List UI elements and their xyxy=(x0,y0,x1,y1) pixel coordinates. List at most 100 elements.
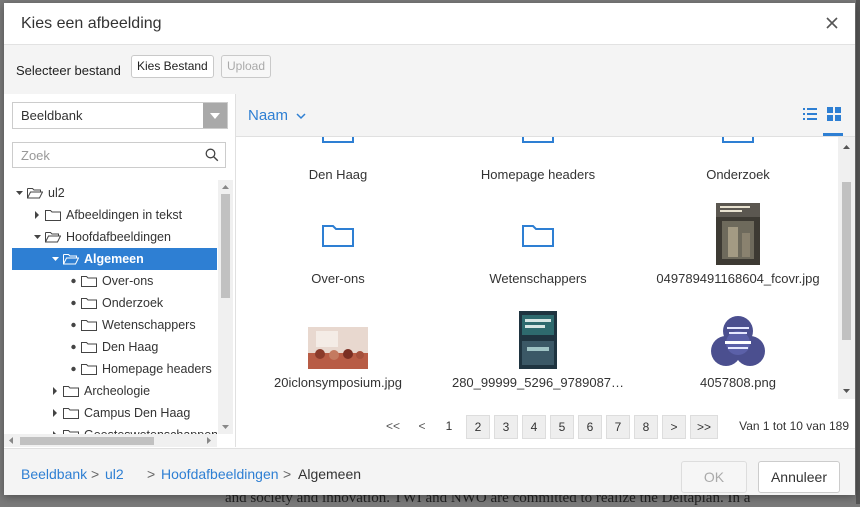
page-button[interactable]: 1 xyxy=(438,415,460,437)
photo-thumbnail[interactable] xyxy=(308,327,368,369)
file-name: 049789491168604_fcovr.jpg xyxy=(656,271,820,286)
scroll-up-icon[interactable] xyxy=(221,183,230,191)
tree-node[interactable]: Campus Den Haag xyxy=(48,402,217,424)
folder-tree: ul2 Afbeeldingen in tekst Hoofdafbeeldinge… xyxy=(4,180,217,434)
caret-right-icon[interactable] xyxy=(33,204,43,226)
source-select[interactable]: Beeldbank xyxy=(12,102,228,129)
choose-file-button[interactable]: Kies Bestand xyxy=(131,55,214,78)
caret-right-icon[interactable] xyxy=(51,402,61,424)
page-prev-button[interactable]: < xyxy=(411,415,433,437)
tree-node[interactable]: Over-ons xyxy=(66,270,217,292)
file-name: Onderzoek xyxy=(706,167,770,182)
list-view-icon[interactable] xyxy=(803,107,817,121)
image-tile[interactable]: 20iclonsymposium.jpg xyxy=(238,305,438,399)
scrollbar-thumb[interactable] xyxy=(221,194,230,298)
close-icon[interactable] xyxy=(823,14,841,32)
sort-label: Naam xyxy=(248,107,289,124)
tree-node-label: Geesteswetenschappen xyxy=(84,424,217,434)
page-next-button[interactable]: > xyxy=(662,415,686,439)
bullet-icon xyxy=(71,344,76,350)
caret-down-icon[interactable] xyxy=(15,182,25,204)
caret-down-icon[interactable] xyxy=(51,248,61,270)
select-file-label: Selecteer bestand xyxy=(16,63,121,78)
pagination: << < 1 2 3 4 5 6 7 8 > >> Van 1 tot 10 v… xyxy=(236,409,855,447)
file-browser: Naam Den Haag Homepage headers Onderzoek Ov… xyxy=(236,94,855,447)
cancel-button[interactable]: Annuleer xyxy=(758,461,840,493)
folder-tile[interactable]: Den Haag xyxy=(238,137,438,193)
image-tile[interactable]: 4057808.png xyxy=(638,305,838,399)
tree-node[interactable]: ul2 xyxy=(12,182,217,204)
search-box xyxy=(12,142,226,168)
book-cover-thumbnail[interactable] xyxy=(519,311,557,369)
tree-node-label: Hoofdafbeeldingen xyxy=(66,230,171,244)
tree-node[interactable]: Archeologie xyxy=(48,380,217,402)
scrollbar-thumb[interactable] xyxy=(20,437,154,445)
folder-icon[interactable] xyxy=(322,222,354,248)
folder-tile[interactable]: Onderzoek xyxy=(638,137,838,193)
caret-down-icon[interactable] xyxy=(33,226,43,248)
caret-right-icon[interactable] xyxy=(51,424,61,434)
book-cover-thumbnail[interactable] xyxy=(716,203,760,265)
breadcrumb-link[interactable]: ul2 xyxy=(105,466,124,482)
tree-node[interactable]: Geesteswetenschappen xyxy=(48,424,217,434)
tree-node[interactable]: Hoofdafbeeldingen xyxy=(30,226,217,248)
grid-view-icon[interactable] xyxy=(825,106,843,122)
scrollbar-thumb[interactable] xyxy=(842,182,851,340)
breadcrumb-link[interactable]: Beeldbank xyxy=(21,466,87,482)
page-button[interactable]: 7 xyxy=(606,415,630,439)
image-picker-dialog: Kies een afbeelding Selecteer bestand Ki… xyxy=(4,3,855,495)
tree-node[interactable]: Den Haag xyxy=(66,336,217,358)
source-select-value: Beeldbank xyxy=(21,108,83,123)
page-button[interactable]: 3 xyxy=(494,415,518,439)
page-button[interactable]: 2 xyxy=(466,415,490,439)
upload-button[interactable]: Upload xyxy=(221,55,272,78)
page-button[interactable]: 6 xyxy=(578,415,602,439)
tree-node[interactable]: Onderzoek xyxy=(66,292,217,314)
tree-vertical-scrollbar[interactable] xyxy=(218,180,233,434)
background-edge xyxy=(856,0,860,504)
folder-icon[interactable] xyxy=(322,137,354,144)
folder-icon[interactable] xyxy=(522,137,554,144)
tree-node[interactable]: Algemeen xyxy=(12,248,217,270)
tree-horizontal-scrollbar[interactable] xyxy=(4,434,217,447)
image-tile[interactable]: 049789491168604_fcovr.jpg xyxy=(638,201,838,297)
search-input[interactable] xyxy=(19,147,203,164)
chevron-down-icon[interactable] xyxy=(203,103,227,128)
tree-node-label: ul2 xyxy=(48,186,65,200)
ok-button[interactable]: OK xyxy=(681,461,747,493)
tree-node[interactable]: Wetenschappers xyxy=(66,314,217,336)
caret-right-icon[interactable] xyxy=(51,380,61,402)
folder-icon[interactable] xyxy=(522,222,554,248)
tree-node[interactable]: Afbeeldingen in tekst xyxy=(30,204,217,226)
tree-node[interactable]: Homepage headers xyxy=(66,358,217,380)
scroll-down-icon[interactable] xyxy=(221,423,230,431)
folder-tile[interactable]: Wetenschappers xyxy=(438,201,638,297)
file-name: 280_99999_5296_9789087… xyxy=(451,375,625,390)
scroll-down-icon[interactable] xyxy=(842,387,851,395)
bullet-icon xyxy=(71,322,76,328)
grid-vertical-scrollbar[interactable] xyxy=(838,137,855,399)
breadcrumb-current: Algemeen xyxy=(298,466,362,482)
scroll-right-icon[interactable] xyxy=(205,436,213,445)
page-button[interactable]: 5 xyxy=(550,415,574,439)
image-tile[interactable]: 280_99999_5296_9789087… xyxy=(438,305,638,399)
page-button[interactable]: 8 xyxy=(634,415,658,439)
folder-open-icon xyxy=(27,188,43,199)
page-first-button[interactable]: << xyxy=(382,415,404,437)
page-last-button[interactable]: >> xyxy=(690,415,718,439)
logo-thumbnail[interactable] xyxy=(709,315,767,369)
search-icon[interactable] xyxy=(205,148,219,162)
file-name: Homepage headers xyxy=(480,167,596,182)
sort-dropdown[interactable]: Naam xyxy=(248,107,306,124)
breadcrumb-link[interactable]: Hoofdafbeeldingen xyxy=(161,466,279,482)
file-grid: Den Haag Homepage headers Onderzoek Over-on… xyxy=(236,137,838,399)
scroll-left-icon[interactable] xyxy=(7,436,15,445)
folder-icon[interactable] xyxy=(722,137,754,144)
scroll-up-icon[interactable] xyxy=(842,143,851,151)
page-button[interactable]: 4 xyxy=(522,415,546,439)
folder-tile[interactable]: Over-ons xyxy=(238,201,438,297)
file-select-bar: Selecteer bestand Kies Bestand Upload xyxy=(4,45,855,95)
file-name: Den Haag xyxy=(308,167,368,182)
folder-tile[interactable]: Homepage headers xyxy=(438,137,638,193)
bullet-icon xyxy=(71,300,76,306)
